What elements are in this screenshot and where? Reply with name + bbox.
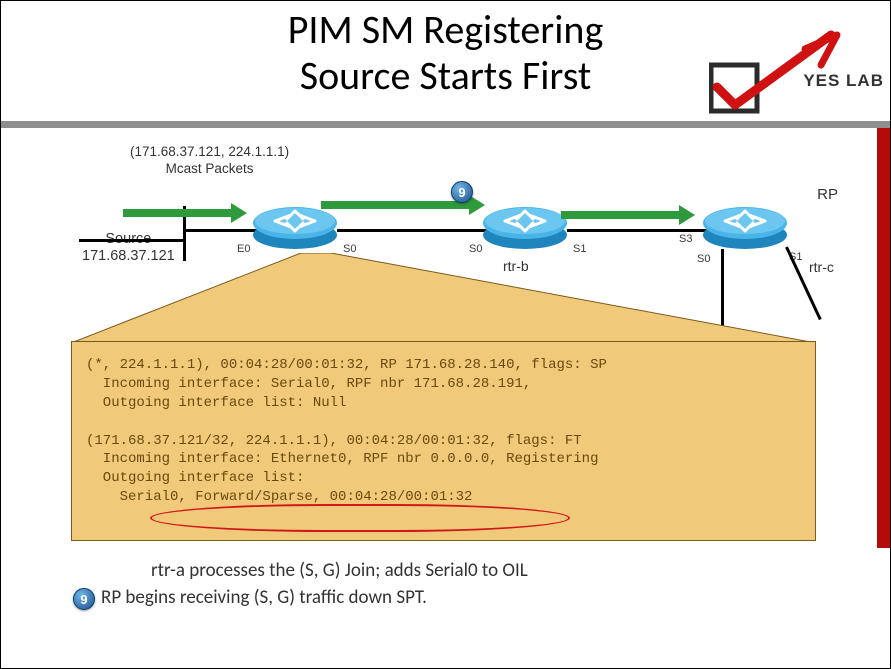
step-number: 9 bbox=[458, 185, 465, 200]
step-marker-9-caption: 9 bbox=[73, 588, 95, 610]
rp-label: RP bbox=[817, 186, 838, 203]
rtrc-if-s3: S3 bbox=[679, 233, 692, 245]
logo-brand-text: YES LAB bbox=[803, 71, 884, 91]
arrow-a-to-b bbox=[321, 201, 471, 209]
mcast-desc: Mcast Packets bbox=[130, 161, 289, 178]
router-b bbox=[481, 205, 569, 250]
wire-b-to-c bbox=[567, 229, 707, 232]
mroute-callout: (*, 224.1.1.1), 00:04:28/00:01:32, RP 17… bbox=[71, 341, 816, 541]
router-a bbox=[251, 205, 339, 250]
callout-wedge bbox=[71, 253, 816, 343]
caption-line-2: RP begins receiving (S, G) traffic down … bbox=[101, 586, 427, 609]
title-line-2: Source Starts First bbox=[300, 51, 592, 100]
right-accent-bar bbox=[877, 128, 890, 548]
mcast-sg: (171.68.37.121, 224.1.1.1) bbox=[130, 144, 289, 159]
title-underline bbox=[1, 121, 890, 128]
slide-root: PIM SM Registering Source Starts First Y… bbox=[0, 0, 891, 669]
step-number-caption: 9 bbox=[80, 592, 87, 607]
arrow-b-to-c bbox=[561, 211, 681, 219]
caption-line-1: rtr-a processes the (S, G) Join; adds Se… bbox=[151, 559, 528, 582]
mcast-packets-label: (171.68.37.121, 224.1.1.1) Mcast Packets bbox=[130, 144, 289, 178]
step-marker-9: 9 bbox=[451, 181, 473, 203]
router-c bbox=[701, 205, 789, 250]
title-line-1: PIM SM Registering bbox=[288, 5, 604, 54]
wire-a-to-b bbox=[337, 229, 487, 232]
mroute-output: (*, 224.1.1.1), 00:04:28/00:01:32, RP 17… bbox=[72, 342, 815, 521]
source-branch-wire bbox=[79, 239, 185, 242]
arrow-src-to-a bbox=[123, 209, 233, 217]
